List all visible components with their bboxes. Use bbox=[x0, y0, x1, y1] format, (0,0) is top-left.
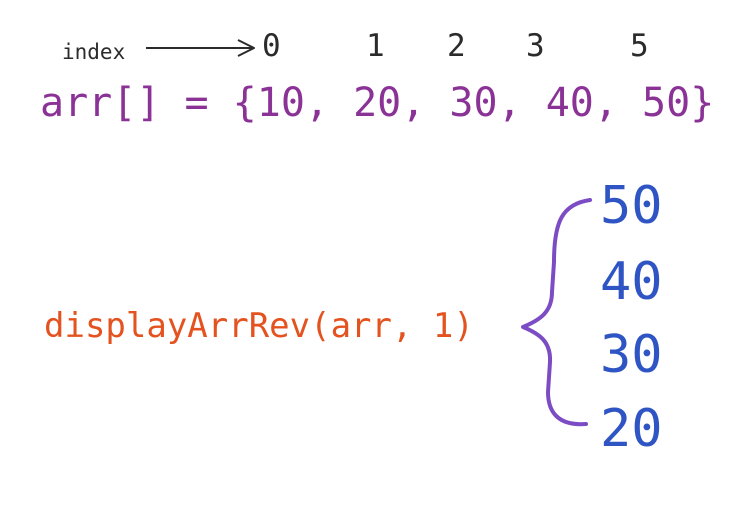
output-value-20: 20 bbox=[600, 399, 663, 459]
output-value-40: 40 bbox=[600, 252, 663, 312]
index-arrow bbox=[146, 39, 255, 57]
index-number-0: 0 bbox=[262, 28, 281, 64]
function-call: displayArrRev(arr, 1) bbox=[44, 306, 474, 346]
output-value-50: 50 bbox=[600, 176, 663, 236]
array-declaration: arr[] = {10, 20, 30, 40, 50} bbox=[40, 80, 715, 126]
index-number-3: 3 bbox=[526, 28, 545, 64]
curly-brace bbox=[521, 198, 592, 427]
index-number-2: 2 bbox=[447, 28, 466, 64]
index-number-5: 5 bbox=[630, 28, 649, 64]
index-number-1: 1 bbox=[366, 28, 385, 64]
output-value-30: 30 bbox=[600, 325, 663, 385]
